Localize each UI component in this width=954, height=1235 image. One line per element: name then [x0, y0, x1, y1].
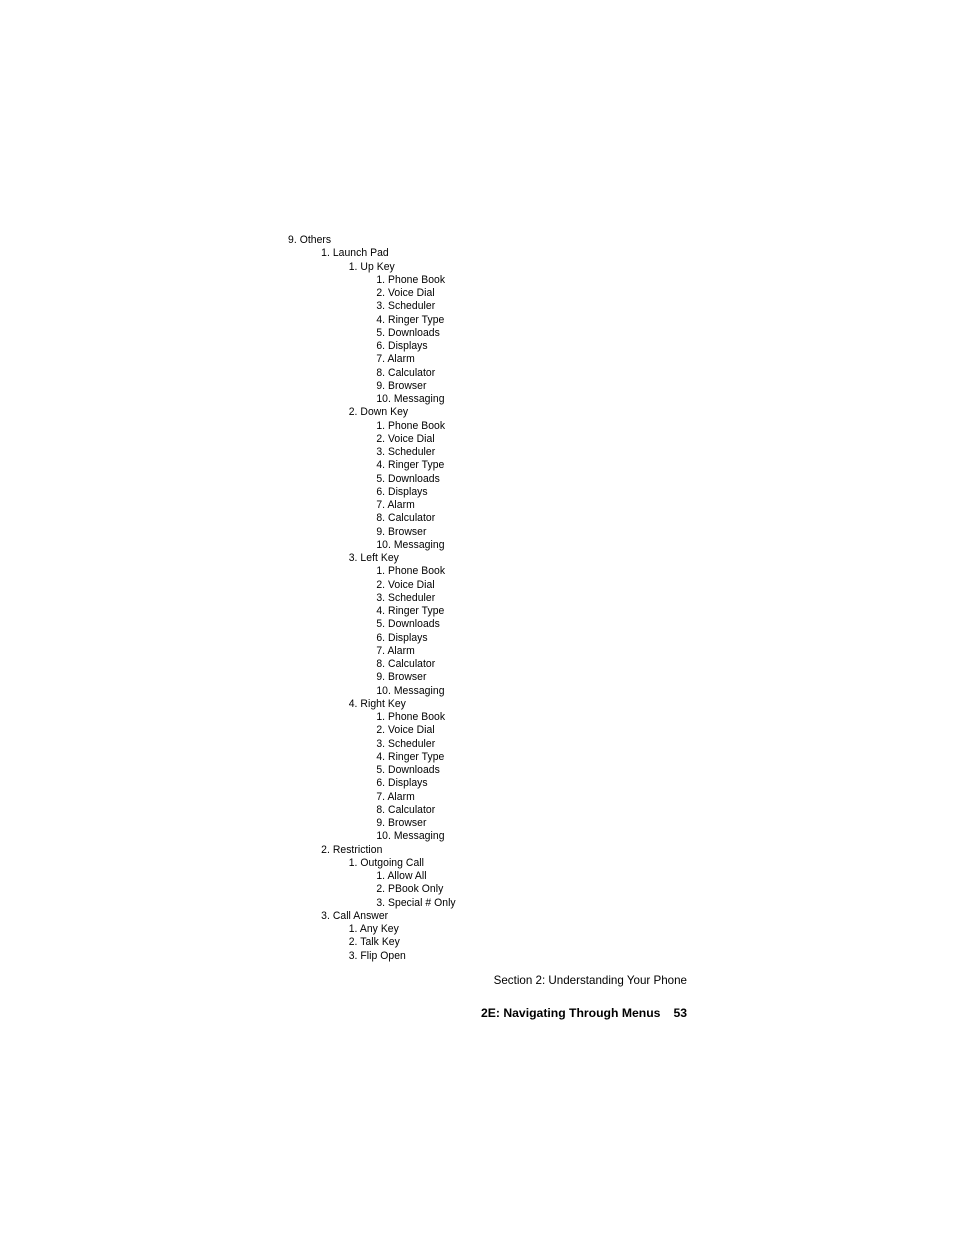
outline-item: 1. Allow All	[376, 870, 427, 882]
outline-item: 6. Displays	[376, 631, 428, 644]
outline-item: 6. Displays	[376, 777, 428, 790]
outline-item: 3. Special # Only	[376, 896, 456, 909]
outline-item: 2. Talk Key	[348, 936, 400, 949]
outline-item: 7. Alarm	[376, 353, 415, 366]
footer-page-number: 53	[673, 1006, 687, 1020]
outline-item: 10. Messaging	[376, 393, 445, 405]
footer-chapter-line: 2E: Navigating Through Menus 53	[288, 991, 687, 1036]
outline-item: 6. Displays	[376, 485, 428, 498]
outline-item: 1. Phone Book	[376, 565, 446, 578]
outline-item: 3. Scheduler	[376, 737, 436, 750]
outline-item: 7. Alarm	[376, 790, 415, 803]
outline-item: 3. Scheduler	[376, 591, 436, 604]
outline-item: 8. Calculator	[376, 658, 436, 670]
outline-item: 4. Ringer Type	[376, 459, 445, 472]
outline-item: 9. Others	[288, 234, 332, 246]
outline-item: 1. Outgoing Call	[348, 856, 424, 869]
outline-item: 4. Ringer Type	[376, 750, 445, 763]
menu-outline-list: 9. Others 1. Launch Pad 1. Up Key 1. Phone …	[288, 234, 708, 963]
outline-item: 9. Browser	[376, 525, 427, 538]
page-footer: Section 2: Understanding Your Phone 2E: …	[288, 974, 687, 1036]
outline-item: 5. Downloads	[376, 326, 440, 339]
outline-item: 8. Calculator	[376, 512, 436, 525]
outline-item: 1. Launch Pad	[321, 247, 389, 260]
outline-item: 2. PBook Only	[376, 883, 444, 896]
outline-item: 1. Phone Book	[376, 273, 446, 286]
outline-item: 10. Messaging	[376, 684, 445, 697]
outline-item: 2. Voice Dial	[376, 724, 435, 737]
outline-item: 4. Ringer Type	[376, 313, 445, 326]
outline-item: 1. Phone Book	[376, 419, 446, 432]
outline-item: 3. Left Key	[348, 552, 399, 564]
outline-item: 10. Messaging	[376, 830, 445, 843]
outline-item: 3. Scheduler	[376, 446, 436, 458]
outline-item: 3. Call Answer	[321, 909, 389, 922]
outline-item: 1. Up Key	[348, 260, 395, 273]
footer-chapter-label: 2E: Navigating Through Menus	[481, 1006, 661, 1020]
outline-item: 1. Any Key	[348, 923, 399, 935]
outline-item: 2. Restriction	[321, 843, 383, 856]
outline-item: 4. Ringer Type	[376, 605, 445, 617]
outline-item: 10. Messaging	[376, 538, 445, 551]
footer-section-label: Section 2: Understanding Your Phone	[493, 974, 687, 987]
outline-item: 7. Alarm	[376, 499, 415, 511]
outline-item: 5. Downloads	[376, 764, 440, 776]
outline-item: 2. Voice Dial	[376, 287, 435, 299]
outline-item: 2. Voice Dial	[376, 432, 435, 445]
outline-item: 9. Browser	[376, 671, 427, 684]
outline-item: 6. Displays	[376, 340, 428, 352]
document-page: 9. Others 1. Launch Pad 1. Up Key 1. Phone …	[0, 0, 954, 1235]
outline-item: 7. Alarm	[376, 644, 415, 657]
outline-item: 8. Calculator	[376, 803, 436, 816]
outline-item: 2. Voice Dial	[376, 578, 435, 591]
outline-item: 9. Browser	[376, 817, 427, 829]
outline-item: 5. Downloads	[376, 472, 440, 485]
outline-item: 1. Phone Book	[376, 711, 446, 723]
outline-item: 8. Calculator	[376, 366, 436, 379]
outline-item: 9. Browser	[376, 379, 427, 392]
outline-item: 2. Down Key	[348, 406, 409, 419]
outline-item: 4. Right Key	[348, 697, 406, 710]
outline-item: 5. Downloads	[376, 618, 440, 631]
outline-item: 3. Scheduler	[376, 300, 436, 313]
outline-item: 3. Flip Open	[348, 949, 406, 962]
